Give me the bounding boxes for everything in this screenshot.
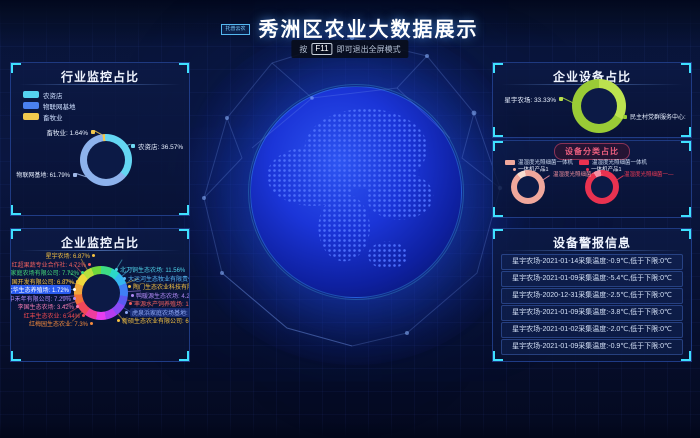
donut-hole	[517, 176, 539, 198]
tip-suffix: 即可退出全屏模式	[337, 44, 401, 55]
legend-swatch	[23, 102, 39, 109]
donut-hole	[82, 274, 120, 312]
page-title: 秀洲区农业大数据展示	[259, 13, 479, 42]
equipment-donut-chart[interactable]	[572, 79, 626, 133]
alarm-row: 星宇农场-2021-01-09采集温度:-0.9℃,低于下限:0℃	[501, 339, 683, 355]
legend-item[interactable]: 物联网基地	[23, 100, 76, 111]
brand-logo: 托普云农	[221, 24, 249, 35]
chart-label-iot: 物联网基地: 61.79%	[11, 170, 77, 179]
fullscreen-tip: 按 F11 即可退出全屏模式	[291, 40, 408, 58]
label-dot	[91, 130, 95, 134]
dashboard-root: 托普云农秀洲区农业大数据展示 按 F11 即可退出全屏模式 行业监控占比 农资店…	[0, 0, 700, 438]
chart-label-text: 民主村党群服务中心:	[630, 112, 686, 121]
industry-donut-chart[interactable]	[80, 134, 132, 186]
legend-label: 畜牧业	[43, 112, 63, 122]
tip-prefix: 按	[299, 44, 307, 55]
label-dot	[115, 268, 118, 271]
panel-device-classification: 设备分类占比 温湿度光照细菌一体机 温湿度光照细菌一体机 一体机产品1 一体机产…	[492, 140, 692, 218]
header: 托普云农秀洲区农业大数据展示	[0, 13, 700, 42]
chart-label-husbandry: 畜牧业: 1.64%	[29, 127, 95, 137]
divider	[19, 84, 181, 85]
panel-title: 企业监控占比	[11, 234, 189, 251]
chart-label-text: 农资店: 36.57%	[138, 141, 183, 151]
globe-dot-map	[257, 93, 455, 291]
alarm-list: 星宇农场-2021-01-14采集温度:-0.9℃,低于下限:0℃ 星宇农场-2…	[501, 254, 683, 355]
label-dot	[76, 280, 79, 283]
donut-hole	[87, 141, 125, 179]
chart-label-text: 红梅园生态农业: 7.3%	[29, 319, 88, 328]
alarm-row: 星宇农场-2021-01-09采集温度:-3.8℃,低于下限:0℃	[501, 305, 683, 321]
globe	[250, 86, 462, 298]
label-dot	[92, 254, 95, 257]
label-dot	[123, 277, 126, 280]
chart-label-text: 物联网基地: 61.79%	[16, 170, 70, 179]
label-dot	[88, 263, 91, 266]
label-dot	[623, 115, 627, 119]
alarm-row: 星宇农场-2021-01-09采集温度:-5.4℃,低于下限:0℃	[501, 271, 683, 287]
chart-label-left: 星宇农场: 33.33%	[499, 94, 563, 104]
label-dot	[73, 173, 77, 177]
chart-legend: 农资店 物联网基地 畜牧业	[23, 89, 76, 122]
label-dot	[73, 297, 76, 300]
label-dot	[73, 288, 76, 291]
legend-swatch	[23, 113, 39, 120]
alarm-row: 星宇农场-2021-01-14采集温度:-0.9℃,低于下限:0℃	[501, 254, 683, 270]
label-dot	[513, 168, 516, 171]
divider	[501, 250, 683, 251]
chart-label: 红梅园生态农业: 7.3%	[11, 319, 93, 328]
label-dot	[90, 322, 93, 325]
panel-equipment-ratio: 企业设备占比 星宇农场: 33.33% 民主村党群服务中心:	[492, 62, 692, 138]
chart-label-text: 新硕生态农业有限公司: 6.87%	[122, 316, 190, 325]
label-dot	[129, 302, 132, 305]
chart-label-store: 农资店: 36.57%	[131, 141, 183, 151]
label-dot	[82, 314, 85, 317]
label-dot	[81, 271, 84, 274]
panel-title: 设备警报信息	[493, 234, 691, 251]
label-dot	[559, 97, 563, 101]
chart-side-label: 温湿度光照细菌一—	[553, 170, 603, 178]
chart-label: 新硕生态农业有限公司: 6.87%	[117, 316, 190, 325]
panel-device-alarms: 设备警报信息 星宇农场-2021-01-14采集温度:-0.9℃,低于下限:0℃…	[492, 228, 692, 362]
footer-band	[0, 422, 700, 438]
chart-label-text: 畜牧业: 1.64%	[46, 127, 88, 137]
donut-hole	[581, 88, 617, 124]
legend-item[interactable]: 农资店	[23, 89, 76, 100]
device-class-left-donut[interactable]	[511, 170, 545, 204]
legend-label: 物联网基地	[43, 101, 76, 111]
f11-key-label: F11	[311, 43, 332, 55]
label-dot	[131, 144, 135, 148]
label-dot	[128, 285, 131, 288]
panel-enterprise-monitor: 企业监控占比 星宇农场: 6.87% 红超果蔬专业合作社: 4.72% 家庭农场…	[10, 228, 190, 362]
chart-label-right: 民主村党群服务中心:	[623, 112, 686, 121]
label-dot	[125, 311, 128, 314]
donut-hole	[591, 176, 613, 198]
alarm-row: 星宇农场-2020-12-31采集温度:-2.5℃,低于下限:0℃	[501, 288, 683, 304]
legend-swatch	[23, 91, 39, 98]
label-dot	[117, 319, 120, 322]
panel-title: 行业监控占比	[11, 68, 189, 85]
alarm-row: 星宇农场-2021-01-02采集温度:-2.0℃,低于下限:0℃	[501, 322, 683, 338]
legend-swatch	[579, 160, 589, 165]
chart-label-text: 星宇农场: 33.33%	[504, 94, 556, 104]
legend-swatch	[505, 160, 515, 165]
legend-item[interactable]: 畜牧业	[23, 111, 76, 122]
label-dot	[76, 305, 79, 308]
panel-industry-monitor: 行业监控占比 农资店 物联网基地 畜牧业 畜牧业: 1.64% 农资店: 36.…	[10, 62, 190, 216]
label-dot	[131, 294, 134, 297]
chart-side-label: 温湿度光照细菌一—	[624, 170, 674, 178]
legend-label: 农资店	[43, 90, 63, 100]
